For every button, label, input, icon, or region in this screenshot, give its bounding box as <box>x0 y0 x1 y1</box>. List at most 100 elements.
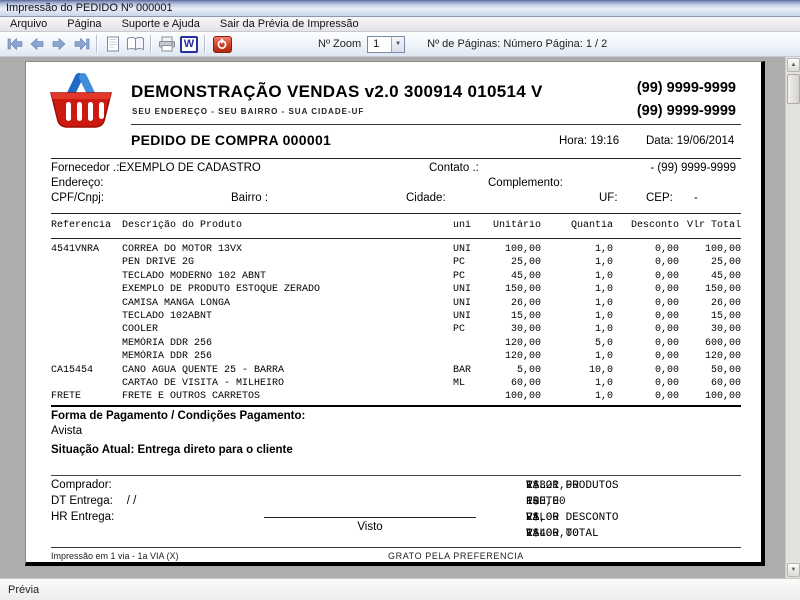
cell-desc: MEMÓRIA DDR 256 <box>122 350 453 363</box>
contato-label: Contato .: <box>429 162 479 174</box>
complemento-label: Complemento: <box>488 177 563 189</box>
previous-page-button[interactable] <box>26 34 48 55</box>
total-value: 1.321,00 <box>526 478 579 494</box>
cell-uni: PC <box>453 323 483 336</box>
title-bar: Impressão do PEDIDO Nº 000001 <box>0 0 800 17</box>
first-page-icon <box>7 37 24 51</box>
total-row: VALOR DESCONTOR$21,00 <box>526 510 741 526</box>
header-uni: uni <box>453 220 483 231</box>
cell-unit: 25,00 <box>483 256 541 269</box>
zoom-dropdown[interactable]: 1 ▼ <box>367 36 405 53</box>
cell-unit: 30,00 <box>483 323 541 336</box>
dt-entrega-label: DT Entrega: <box>51 495 113 507</box>
cell-desc: CARTAO DE VISITA - MILHEIRO <box>122 377 453 390</box>
cell-ref <box>51 297 122 310</box>
cell-qty: 10,0 <box>541 364 613 377</box>
cell-desc: EXEMPLO DE PRODUTO ESTOQUE ZERADO <box>122 283 453 296</box>
cell-uni <box>453 337 483 350</box>
time-label: Hora: <box>559 135 587 147</box>
date-label: Data: <box>646 135 674 147</box>
cell-disc: 0,00 <box>613 337 679 350</box>
cell-disc: 0,00 <box>613 364 679 377</box>
chevron-down-icon[interactable]: ▼ <box>391 37 404 52</box>
next-page-button[interactable] <box>48 34 70 55</box>
table-row: TECLADO 102ABNTUNI15,001,00,0015,00 <box>51 310 741 323</box>
cell-tot: 100,00 <box>679 390 741 403</box>
scroll-up-icon[interactable]: ▲ <box>787 58 800 72</box>
cell-desc: MEMÓRIA DDR 256 <box>122 337 453 350</box>
cell-tot: 100,00 <box>679 243 741 256</box>
cell-tot: 25,00 <box>679 256 741 269</box>
cell-ref: FRETE <box>51 390 122 403</box>
cell-uni: ML <box>453 377 483 390</box>
print-button[interactable] <box>156 34 178 55</box>
order-time: Hora: 19:16 <box>559 135 619 147</box>
table-row: PEN DRIVE 2GPC25,001,00,0025,00 <box>51 256 741 269</box>
thanks-message: GRATO PELA PREFERENCIA <box>388 551 524 561</box>
single-page-view-button[interactable] <box>102 34 124 55</box>
cell-qty: 5,0 <box>541 337 613 350</box>
payment-status: Situação Atual: Entrega direto para o cl… <box>51 444 293 456</box>
scroll-down-icon[interactable]: ▼ <box>787 563 800 577</box>
status-bar: Prévia <box>0 578 800 600</box>
cpf-cnpj-label: CPF/Cnpj: <box>51 192 104 204</box>
total-row: VALOR PRODUTOSR$1.321,00 <box>526 478 741 494</box>
cell-desc: CORREA DO MOTOR 13VX <box>122 243 453 256</box>
endereco-label: Endereço: <box>51 177 103 189</box>
cell-qty: 1,0 <box>541 350 613 363</box>
uf-label: UF: <box>599 192 618 204</box>
zoom-label: Nº Zoom <box>318 38 361 50</box>
bairro-label: Bairro : <box>231 192 268 204</box>
first-page-button[interactable] <box>4 34 26 55</box>
cell-uni: UNI <box>453 283 483 296</box>
menu-pagina[interactable]: Página <box>57 17 111 32</box>
print-preview-window: Impressão do PEDIDO Nº 000001 Arquivo Pá… <box>0 0 800 600</box>
cell-unit: 26,00 <box>483 297 541 310</box>
dt-entrega-value: / / <box>127 495 137 507</box>
divider <box>51 547 741 548</box>
company-phone-1: (99) 9999-9999 <box>637 80 736 96</box>
cell-tot: 45,00 <box>679 270 741 283</box>
cell-qty: 1,0 <box>541 377 613 390</box>
table-row: TECLADO MODERNO 102 ABNTPC45,001,00,0045… <box>51 270 741 283</box>
vertical-scrollbar[interactable]: ▲ ▼ <box>785 57 800 578</box>
cell-uni: PC <box>453 270 483 283</box>
cep-label: CEP: <box>646 192 673 204</box>
cell-unit: 120,00 <box>483 350 541 363</box>
cell-tot: 15,00 <box>679 310 741 323</box>
export-word-icon: W <box>180 36 198 53</box>
menu-arquivo[interactable]: Arquivo <box>0 17 57 32</box>
cell-disc: 0,00 <box>613 377 679 390</box>
last-page-button[interactable] <box>70 34 92 55</box>
close-preview-button[interactable] <box>210 34 234 55</box>
company-phone-2: (99) 9999-9999 <box>637 103 736 119</box>
two-page-view-button[interactable] <box>124 34 146 55</box>
cell-disc: 0,00 <box>613 283 679 296</box>
cell-tot: 30,00 <box>679 323 741 336</box>
cell-uni: BAR <box>453 364 483 377</box>
menu-sair-previa[interactable]: Sair da Prévia de Impressão <box>210 17 369 32</box>
total-value: 100,00 <box>526 494 566 510</box>
cell-disc: 0,00 <box>613 297 679 310</box>
scrollbar-thumb[interactable] <box>787 74 800 104</box>
time-value: 19:16 <box>590 135 619 147</box>
close-preview-icon <box>213 36 232 53</box>
print-info: Impressão em 1 via - 1a VIA (X) <box>51 551 179 561</box>
menu-suporte-ajuda[interactable]: Suporte e Ajuda <box>112 17 210 32</box>
table-row: EXEMPLO DE PRODUTO ESTOQUE ZERADOUNI150,… <box>51 283 741 296</box>
cell-tot: 26,00 <box>679 297 741 310</box>
cell-ref <box>51 377 122 390</box>
cell-unit: 100,00 <box>483 390 541 403</box>
cell-desc: PEN DRIVE 2G <box>122 256 453 269</box>
cell-ref <box>51 350 122 363</box>
cell-ref: CA15454 <box>51 364 122 377</box>
visto-signature-line: Visto <box>264 517 476 533</box>
table-row: CARTAO DE VISITA - MILHEIROML60,001,00,0… <box>51 377 741 390</box>
cell-tot: 50,00 <box>679 364 741 377</box>
cell-unit: 150,00 <box>483 283 541 296</box>
cell-ref <box>51 270 122 283</box>
divider <box>51 213 741 214</box>
cell-uni: UNI <box>453 297 483 310</box>
export-word-button[interactable]: W <box>178 34 200 55</box>
table-row: CAMISA MANGA LONGAUNI26,001,00,0026,00 <box>51 297 741 310</box>
